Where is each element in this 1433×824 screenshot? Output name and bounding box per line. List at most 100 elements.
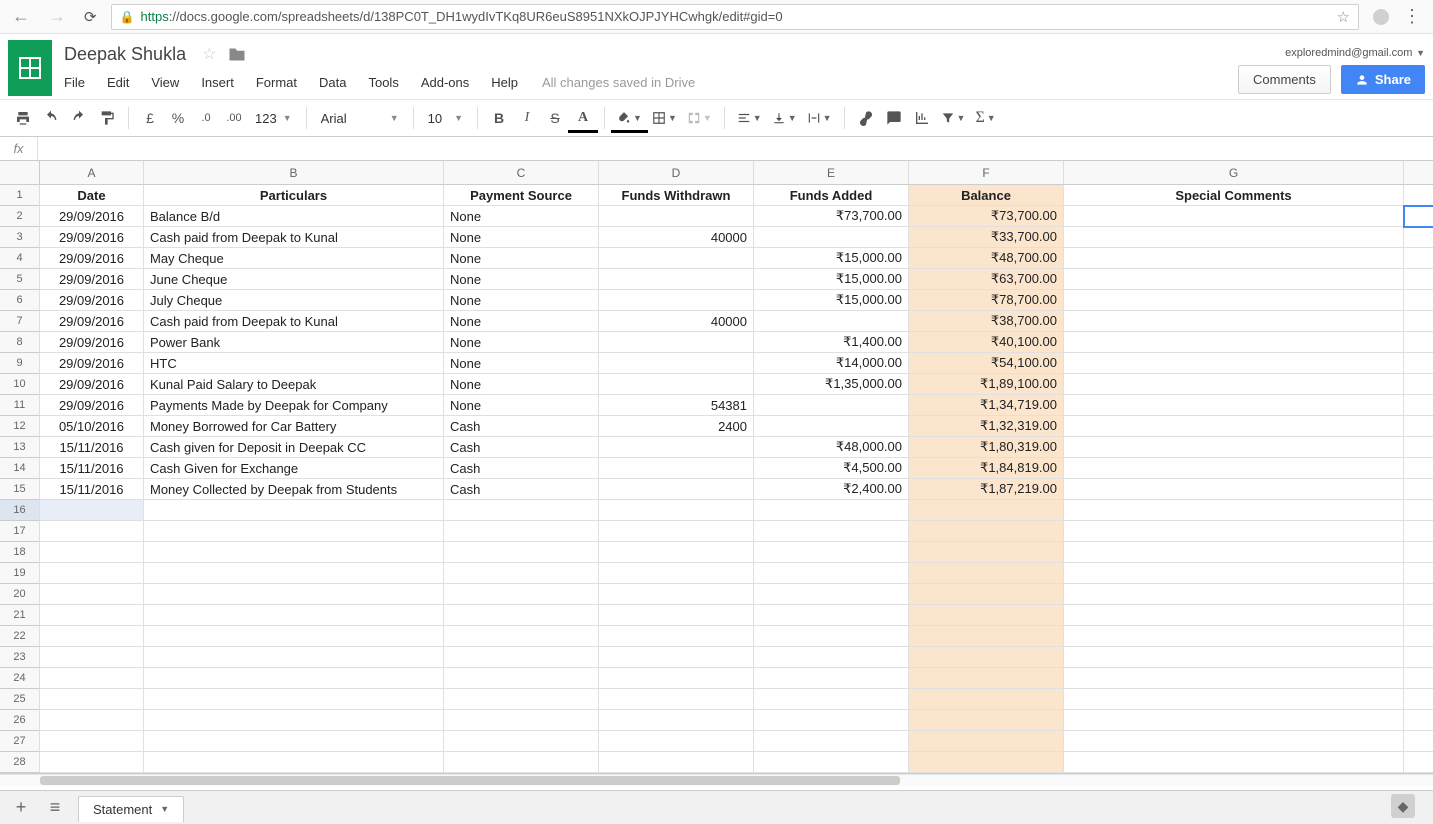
cell-E11[interactable]: [754, 395, 909, 416]
row-header-27[interactable]: 27: [0, 731, 40, 752]
cell-A21[interactable]: [40, 605, 144, 626]
move-to-folder-icon[interactable]: [228, 47, 246, 62]
cell-A11[interactable]: 29/09/2016: [40, 395, 144, 416]
cell-extra-4[interactable]: [1404, 248, 1433, 269]
cell-B11[interactable]: Payments Made by Deepak for Company: [144, 395, 444, 416]
cell-C15[interactable]: Cash: [444, 479, 599, 500]
cell-D26[interactable]: [599, 710, 754, 731]
fill-color-button[interactable]: ▼: [613, 105, 646, 131]
cell-F16[interactable]: [909, 500, 1064, 521]
cell-F18[interactable]: [909, 542, 1064, 563]
row-header-9[interactable]: 9: [0, 353, 40, 374]
document-title[interactable]: Deepak Shukla: [60, 42, 190, 67]
add-sheet-button[interactable]: +: [10, 797, 32, 818]
cell-extra-25[interactable]: [1404, 689, 1433, 710]
cell-A1[interactable]: Date: [40, 185, 144, 206]
cell-G16[interactable]: [1064, 500, 1404, 521]
cell-C12[interactable]: Cash: [444, 416, 599, 437]
cell-B3[interactable]: Cash paid from Deepak to Kunal: [144, 227, 444, 248]
cell-extra-14[interactable]: [1404, 458, 1433, 479]
cell-B12[interactable]: Money Borrowed for Car Battery: [144, 416, 444, 437]
insert-comment-icon[interactable]: [881, 105, 907, 131]
cell-A8[interactable]: 29/09/2016: [40, 332, 144, 353]
cell-G3[interactable]: [1064, 227, 1404, 248]
menu-file[interactable]: File: [60, 72, 89, 93]
row-header-20[interactable]: 20: [0, 584, 40, 605]
back-button[interactable]: ←: [8, 6, 34, 27]
cell-C24[interactable]: [444, 668, 599, 689]
cell-extra-21[interactable]: [1404, 605, 1433, 626]
cell-C27[interactable]: [444, 731, 599, 752]
cell-D22[interactable]: [599, 626, 754, 647]
cell-C28[interactable]: [444, 752, 599, 773]
row-header-15[interactable]: 15: [0, 479, 40, 500]
cell-A25[interactable]: [40, 689, 144, 710]
cell-F28[interactable]: [909, 752, 1064, 773]
cell-A19[interactable]: [40, 563, 144, 584]
cell-A4[interactable]: 29/09/2016: [40, 248, 144, 269]
cell-extra-11[interactable]: [1404, 395, 1433, 416]
cell-G26[interactable]: [1064, 710, 1404, 731]
cell-F11[interactable]: ₹1,34,719.00: [909, 395, 1064, 416]
share-button[interactable]: Share: [1341, 65, 1425, 94]
cell-E15[interactable]: ₹2,400.00: [754, 479, 909, 500]
cell-C9[interactable]: None: [444, 353, 599, 374]
row-header-12[interactable]: 12: [0, 416, 40, 437]
cell-A3[interactable]: 29/09/2016: [40, 227, 144, 248]
row-header-16[interactable]: 16: [0, 500, 40, 521]
print-icon[interactable]: [10, 105, 36, 131]
cell-F27[interactable]: [909, 731, 1064, 752]
spreadsheet-grid[interactable]: ABCDEFG1DateParticularsPayment SourceFun…: [0, 161, 1433, 774]
cell-A10[interactable]: 29/09/2016: [40, 374, 144, 395]
cell-F5[interactable]: ₹63,700.00: [909, 269, 1064, 290]
cell-C4[interactable]: None: [444, 248, 599, 269]
cell-E20[interactable]: [754, 584, 909, 605]
cell-A24[interactable]: [40, 668, 144, 689]
cell-D27[interactable]: [599, 731, 754, 752]
cell-A27[interactable]: [40, 731, 144, 752]
cell-G14[interactable]: [1064, 458, 1404, 479]
cell-D20[interactable]: [599, 584, 754, 605]
chrome-menu-icon[interactable]: ⋮: [1399, 6, 1425, 27]
cell-F17[interactable]: [909, 521, 1064, 542]
cell-G5[interactable]: [1064, 269, 1404, 290]
cell-B19[interactable]: [144, 563, 444, 584]
row-header-10[interactable]: 10: [0, 374, 40, 395]
row-header-22[interactable]: 22: [0, 626, 40, 647]
cell-B24[interactable]: [144, 668, 444, 689]
cell-A9[interactable]: 29/09/2016: [40, 353, 144, 374]
cell-G19[interactable]: [1064, 563, 1404, 584]
row-header-7[interactable]: 7: [0, 311, 40, 332]
column-header-D[interactable]: D: [599, 161, 754, 185]
strikethrough-button[interactable]: S: [542, 105, 568, 131]
user-email[interactable]: exploredmind@gmail.com: [1285, 47, 1412, 59]
menu-tools[interactable]: Tools: [364, 72, 402, 93]
account-caret-icon[interactable]: ▼: [1416, 48, 1425, 58]
cell-B17[interactable]: [144, 521, 444, 542]
cell-C1[interactable]: Payment Source: [444, 185, 599, 206]
currency-button[interactable]: £: [137, 105, 163, 131]
cell-extra-2[interactable]: [1404, 206, 1433, 227]
redo-icon[interactable]: [66, 105, 92, 131]
cell-B27[interactable]: [144, 731, 444, 752]
cell-D16[interactable]: [599, 500, 754, 521]
menu-data[interactable]: Data: [315, 72, 350, 93]
cell-C21[interactable]: [444, 605, 599, 626]
cell-D15[interactable]: [599, 479, 754, 500]
cell-B13[interactable]: Cash given for Deposit in Deepak CC: [144, 437, 444, 458]
cell-A13[interactable]: 15/11/2016: [40, 437, 144, 458]
cell-A17[interactable]: [40, 521, 144, 542]
bold-button[interactable]: B: [486, 105, 512, 131]
cell-C2[interactable]: None: [444, 206, 599, 227]
cell-D25[interactable]: [599, 689, 754, 710]
cell-A18[interactable]: [40, 542, 144, 563]
cell-G23[interactable]: [1064, 647, 1404, 668]
cell-F8[interactable]: ₹40,100.00: [909, 332, 1064, 353]
cell-D10[interactable]: [599, 374, 754, 395]
column-header-C[interactable]: C: [444, 161, 599, 185]
cell-F9[interactable]: ₹54,100.00: [909, 353, 1064, 374]
cell-F20[interactable]: [909, 584, 1064, 605]
cell-B21[interactable]: [144, 605, 444, 626]
address-bar[interactable]: 🔒 https://docs.google.com/spreadsheets/d…: [111, 4, 1359, 30]
cell-F6[interactable]: ₹78,700.00: [909, 290, 1064, 311]
